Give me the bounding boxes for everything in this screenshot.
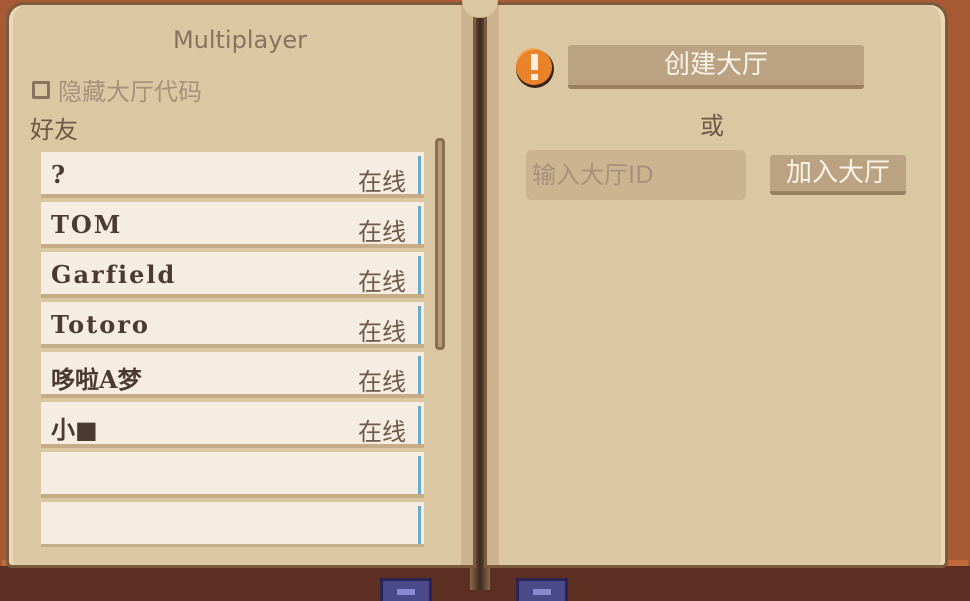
friend-row[interactable]: TOM 在线 bbox=[41, 202, 424, 248]
friend-status: 在线 bbox=[358, 168, 406, 196]
friend-name: Totoro bbox=[51, 310, 150, 339]
friend-row[interactable]: Garfield 在线 bbox=[41, 252, 424, 298]
hide-lobby-code-toggle[interactable]: 隐藏大厅代码 bbox=[32, 72, 202, 107]
friend-name: 小■ bbox=[51, 415, 98, 444]
friend-row-empty[interactable] bbox=[41, 502, 424, 547]
create-lobby-button[interactable]: 创建大厅 bbox=[568, 45, 864, 89]
friend-row[interactable]: Totoro 在线 bbox=[41, 302, 424, 348]
friend-status: 在线 bbox=[358, 318, 406, 346]
bookmark-tab-left[interactable] bbox=[380, 578, 432, 601]
friend-name: TOM bbox=[51, 210, 123, 239]
friend-row-empty[interactable] bbox=[41, 452, 424, 498]
friend-list-scrollbar[interactable] bbox=[435, 138, 445, 350]
friend-status: 在线 bbox=[358, 368, 406, 396]
friend-status: 在线 bbox=[358, 218, 406, 246]
or-separator: 或 bbox=[700, 112, 724, 140]
page-title: Multiplayer bbox=[172, 26, 308, 54]
info-icon[interactable] bbox=[513, 46, 557, 90]
friend-status: 在线 bbox=[358, 418, 406, 446]
bookmark-tab-right[interactable] bbox=[516, 578, 568, 601]
friend-row[interactable]: 哆啦A梦 在线 bbox=[41, 352, 424, 398]
friend-status: 在线 bbox=[358, 268, 406, 296]
hide-code-checkbox[interactable] bbox=[32, 80, 50, 99]
join-lobby-button[interactable]: 加入大厅 bbox=[770, 155, 906, 195]
friend-list: ? 在线 TOM 在线 Garfield 在线 Totoro 在线 哆啦A梦 在… bbox=[41, 152, 427, 547]
lobby-id-input[interactable] bbox=[526, 150, 746, 200]
friend-row[interactable]: 小■ 在线 bbox=[41, 402, 424, 448]
friends-heading: 好友 bbox=[30, 116, 78, 144]
friend-name: 哆啦A梦 bbox=[51, 365, 142, 394]
friend-row[interactable]: ? 在线 bbox=[41, 152, 424, 198]
hide-code-label: 隐藏大厅代码 bbox=[58, 78, 202, 106]
friend-name: ? bbox=[51, 160, 68, 189]
friend-name: Garfield bbox=[51, 260, 177, 289]
